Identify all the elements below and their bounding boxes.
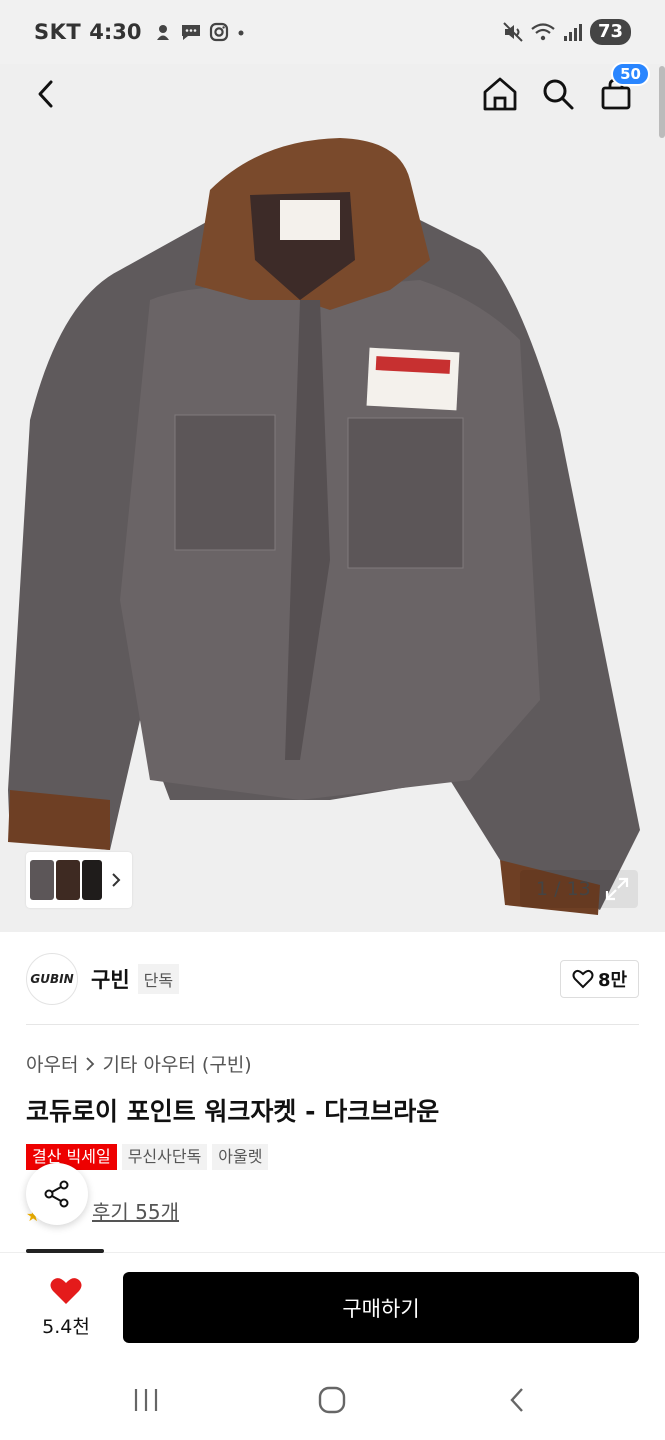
wifi-icon [531,23,555,41]
divider [26,1024,639,1025]
breadcrumb-subcategory[interactable]: 기타 아우터 (구빈) [102,1050,251,1077]
thumbnail-grey[interactable] [30,860,54,900]
thumbnail-black[interactable] [82,860,102,900]
status-bar: SKT 4:30 73 [0,0,665,64]
chevron-right-icon [86,1056,95,1071]
expand-icon[interactable] [604,876,630,902]
recents-button[interactable] [124,1382,168,1418]
chevron-right-icon [112,873,121,887]
shop-row: GUBIN 구빈 단독 8만 [26,952,639,1006]
kakao-icon [157,25,170,40]
system-back-button[interactable] [496,1382,540,1418]
breadcrumb-category[interactable]: 아우터 [26,1050,78,1077]
product-title: 코듀로이 포인트 워크자켓 - 다크브라운 [26,1097,440,1126]
carrier-label: SKT [34,20,82,44]
search-icon [543,79,574,110]
share-button[interactable] [26,1163,88,1225]
buy-button[interactable]: 구매하기 [123,1272,639,1343]
top-navigation: 50 [0,62,665,128]
shop-like-button[interactable]: 8만 [560,960,639,998]
gallery-counter-text: 1 / 13 [536,878,591,900]
system-home-button[interactable] [310,1382,354,1418]
review-link[interactable]: 후기 55개 [92,1196,179,1225]
back-button[interactable] [24,72,68,116]
outlet-badge: 아울렛 [212,1144,269,1170]
shop-logo-text: GUBIN [30,972,74,986]
battery-indicator: 73 [589,19,631,45]
tab-indicator [26,1249,104,1253]
shop-like-count: 8만 [597,970,628,991]
heart-outline-icon [572,969,594,989]
shop-name[interactable]: 구빈 [91,964,130,994]
cart-button[interactable]: 50 [594,62,650,116]
exclusive-badge: 무신사단독 [121,1144,208,1170]
recents-icon [134,1389,158,1411]
signal-icon [563,24,582,41]
heart-filled-icon [50,1278,82,1304]
system-navigation [0,1364,665,1440]
chevron-left-icon [38,80,53,108]
breadcrumb: 아우터 기타 아우터 (구빈) [26,1050,252,1077]
shop-logo[interactable]: GUBIN [26,953,78,1005]
system-home-icon [318,1386,346,1414]
gallery-counter: 1 / 13 [520,870,638,908]
home-button[interactable] [478,72,522,116]
system-back-icon [510,1388,523,1412]
share-icon [44,1180,69,1208]
dot-icon [238,30,244,36]
thumbnail-brown[interactable] [56,860,80,900]
mute-icon [503,22,523,42]
exclusive-tag: 단독 [137,964,180,994]
wishlist-button[interactable]: 5.4천 [26,1276,106,1339]
thumbnail-strip[interactable] [26,852,132,908]
instagram-icon [210,22,229,42]
home-icon [483,77,517,111]
search-button[interactable] [536,72,580,116]
cart-count-badge: 50 [611,62,650,86]
message-icon [182,25,201,40]
jacket-image [0,0,665,932]
wishlist-count: 5.4천 [42,1316,90,1338]
clock: 4:30 [89,20,142,44]
product-image[interactable] [0,0,665,932]
